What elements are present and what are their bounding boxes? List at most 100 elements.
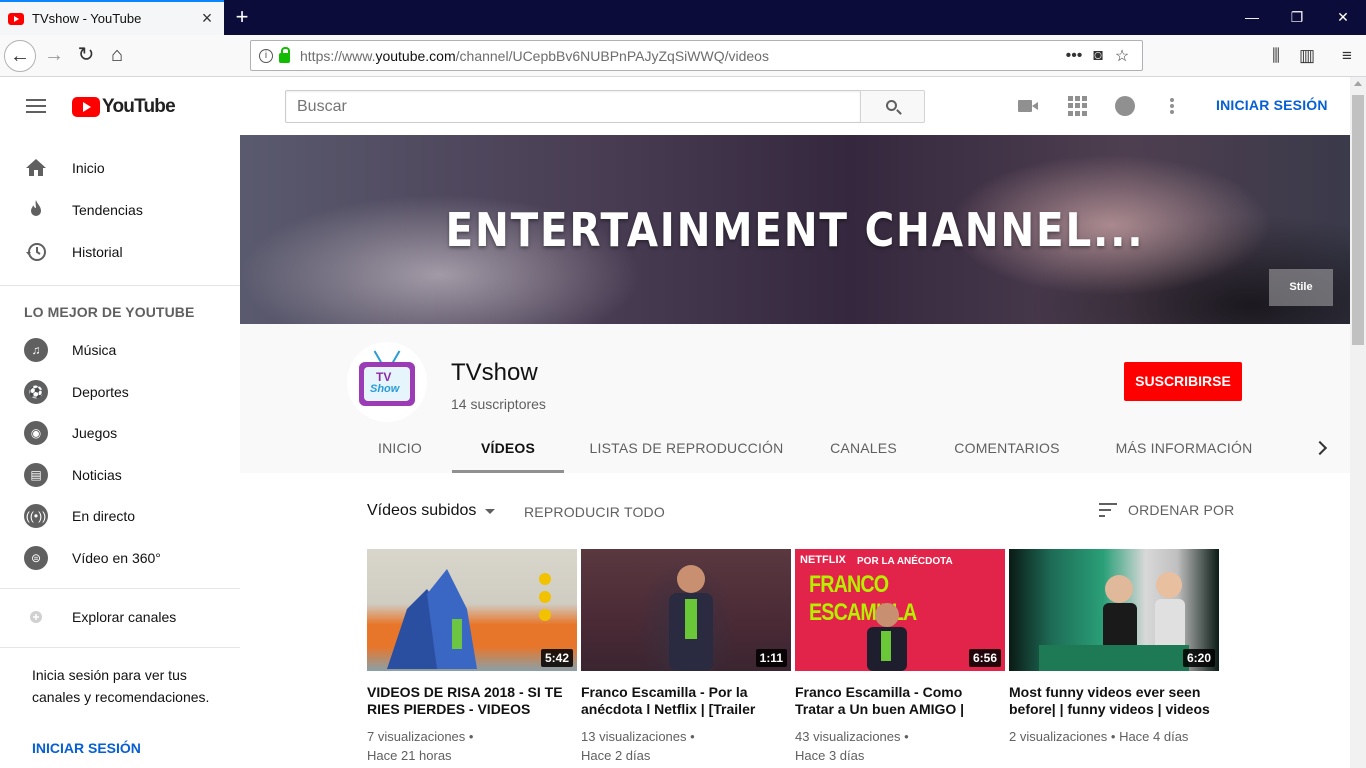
back-button[interactable]: ← (4, 40, 36, 72)
video-thumbnail[interactable]: 6:20 (1009, 549, 1219, 671)
video-meta: 2 visualizaciones • Hace 4 días (1009, 729, 1189, 744)
home-icon (24, 156, 48, 180)
sidebar-item-live[interactable]: ((•)) En directo (0, 496, 240, 536)
tab-home[interactable]: INICIO (368, 424, 432, 473)
restore-icon[interactable]: ❐ (1274, 0, 1320, 35)
youtube-header: YouTube INICIAR SESIÓN (0, 77, 1350, 135)
video-title[interactable]: Franco Escamilla - Como Tratar a Un buen… (795, 684, 1005, 718)
video-card[interactable]: 1:11 Franco Escamilla - Por la anécdota … (581, 549, 791, 765)
forward-button[interactable]: → (38, 40, 70, 72)
sidebar-item-home[interactable]: Inicio (0, 148, 240, 188)
sidebar-item-gaming[interactable]: ◉ Juegos (0, 413, 240, 453)
apps-icon[interactable] (1066, 94, 1090, 118)
youtube-logo[interactable]: YouTube (72, 96, 176, 118)
minimize-icon[interactable]: — (1229, 0, 1275, 35)
channel-avatar[interactable]: TV Show (347, 342, 427, 422)
bookmark-star-icon[interactable]: ☆ (1110, 46, 1134, 66)
search-icon (886, 100, 897, 111)
sidebar-item-history[interactable]: Historial (0, 232, 240, 272)
settings-more-icon[interactable] (1160, 94, 1184, 118)
history-icon (24, 240, 48, 264)
browser-navbar: ← → ↻ ⌂ i https://www.youtube.com/channe… (0, 35, 1366, 77)
video-title[interactable]: VIDEOS DE RISA 2018 - SI TE RIES PIERDES… (367, 684, 577, 718)
channel-name[interactable]: TVshow (451, 359, 538, 387)
video-card[interactable]: 5:42 VIDEOS DE RISA 2018 - SI TE RIES PI… (367, 549, 577, 765)
news-icon: ▤ (24, 463, 48, 487)
avatar-text-show: Show (370, 383, 400, 395)
tab-videos[interactable]: VÍDEOS (452, 424, 564, 473)
scroll-up-icon[interactable] (1354, 81, 1362, 86)
gaming-icon: ◉ (24, 421, 48, 445)
search-input[interactable] (285, 90, 861, 123)
menu-icon[interactable]: ≡ (1332, 40, 1362, 72)
sort-icon (1099, 503, 1117, 517)
sidebar-item-sports[interactable]: ⚽ Deportes (0, 372, 240, 412)
url-text: https://www.youtube.com/channel/UCepbBv6… (300, 48, 1062, 64)
search-button[interactable] (860, 90, 925, 123)
youtube-play-icon (72, 97, 100, 117)
video-age: Hace 3 días (795, 748, 865, 763)
pocket-icon[interactable]: ◙ (1086, 47, 1110, 65)
library-icon[interactable]: ⫼ (1261, 40, 1291, 72)
lock-icon (279, 46, 290, 63)
sports-icon: ⚽ (24, 380, 48, 404)
sidebar-item-label: Inicio (72, 160, 105, 176)
create-video-icon[interactable] (1016, 94, 1040, 118)
sidebar-item-360[interactable]: ⊜ Vídeo en 360° (0, 538, 240, 578)
page-actions-icon[interactable]: ••• (1062, 47, 1086, 65)
sidebar-signin-button[interactable]: INICIAR SESIÓN (32, 740, 141, 756)
browser-tab[interactable]: TVshow - YouTube × (0, 0, 224, 35)
channel-main: ENTERTAINMENT CHANNEL... Stile TV Show T… (240, 135, 1350, 768)
tab-about[interactable]: MÁS INFORMACIÓN (1108, 424, 1260, 473)
sidebar-item-browse-channels[interactable]: Explorar canales (0, 597, 240, 637)
page-scrollbar[interactable] (1350, 77, 1366, 768)
url-host: youtube.com (375, 47, 456, 64)
sidebar-item-trending[interactable]: Tendencias (0, 190, 240, 230)
chevron-right-icon[interactable] (1312, 439, 1330, 457)
reload-button[interactable]: ↻ (70, 40, 102, 72)
url-path: /channel/UCepbBv6NUBPnPAJyZqSiWWQ/videos (455, 47, 769, 64)
caret-down-icon (485, 508, 496, 514)
tab-channels[interactable]: CANALES (821, 424, 906, 473)
new-tab-button[interactable]: + (230, 4, 254, 30)
uploads-dropdown[interactable]: Vídeos subidos (367, 502, 496, 520)
video-card[interactable]: 6:20 Most funny videos ever seen before|… (1009, 549, 1219, 746)
scrollbar-thumb[interactable] (1352, 95, 1364, 345)
tab-discussion[interactable]: COMENTARIOS (946, 424, 1068, 473)
sidebar-toggle-icon[interactable]: ▥ (1292, 40, 1322, 72)
signin-promo-text: Inicia sesión para ver tus canales y rec… (32, 667, 210, 705)
tab-playlists[interactable]: LISTAS DE REPRODUCCIÓN (584, 424, 789, 473)
guide-menu-icon[interactable] (26, 99, 46, 113)
window-close-icon[interactable]: ✕ (1320, 0, 1366, 35)
video-title[interactable]: Franco Escamilla - Por la anécdota l Net… (581, 684, 791, 718)
video-duration: 1:11 (755, 649, 787, 667)
sidebar-item-news[interactable]: ▤ Noticias (0, 455, 240, 495)
messages-icon[interactable] (1113, 94, 1137, 118)
play-all-button[interactable]: REPRODUCIR TODO (524, 504, 665, 520)
youtube-favicon-icon (8, 12, 24, 25)
sidebar-divider (0, 588, 240, 589)
close-tab-icon[interactable]: × (198, 8, 216, 29)
avatar-text-tv: TV (376, 370, 392, 384)
site-info-icon[interactable]: i (259, 48, 273, 63)
subscribe-button[interactable]: SUSCRIBIRSE (1124, 362, 1242, 401)
tab-title: TVshow - YouTube (32, 11, 142, 26)
channel-header: TV Show TVshow 14 suscriptores SUSCRIBIR… (240, 324, 1350, 473)
video-card[interactable]: NETFLIX POR LA ANÉCDOTA FRANCO ESCAMILLA… (795, 549, 1005, 765)
sidebar-item-label: Vídeo en 360° (72, 550, 161, 566)
video-title[interactable]: Most funny videos ever seen before| | fu… (1009, 684, 1219, 718)
banner-link-badge[interactable]: Stile (1269, 269, 1333, 306)
video-views: 7 visualizaciones (367, 729, 466, 744)
home-button[interactable]: ⌂ (101, 40, 133, 72)
sidebar-item-music[interactable]: ♫ Música (0, 330, 240, 370)
signin-button[interactable]: INICIAR SESIÓN (1206, 97, 1338, 113)
sort-by-button[interactable]: ORDENAR POR (1099, 502, 1234, 518)
sidebar-item-label: Música (72, 342, 117, 358)
address-bar[interactable]: i https://www.youtube.com/channel/UCepbB… (250, 40, 1143, 71)
video-thumbnail[interactable]: NETFLIX POR LA ANÉCDOTA FRANCO ESCAMILLA… (795, 549, 1005, 671)
video-thumbnail[interactable]: 5:42 (367, 549, 577, 671)
sidebar-divider (0, 285, 240, 286)
video-thumbnail[interactable]: 1:11 (581, 549, 791, 671)
guide-sidebar: Inicio Tendencias Historial LO MEJOR DE … (0, 135, 240, 768)
add-circle-icon (24, 605, 48, 629)
